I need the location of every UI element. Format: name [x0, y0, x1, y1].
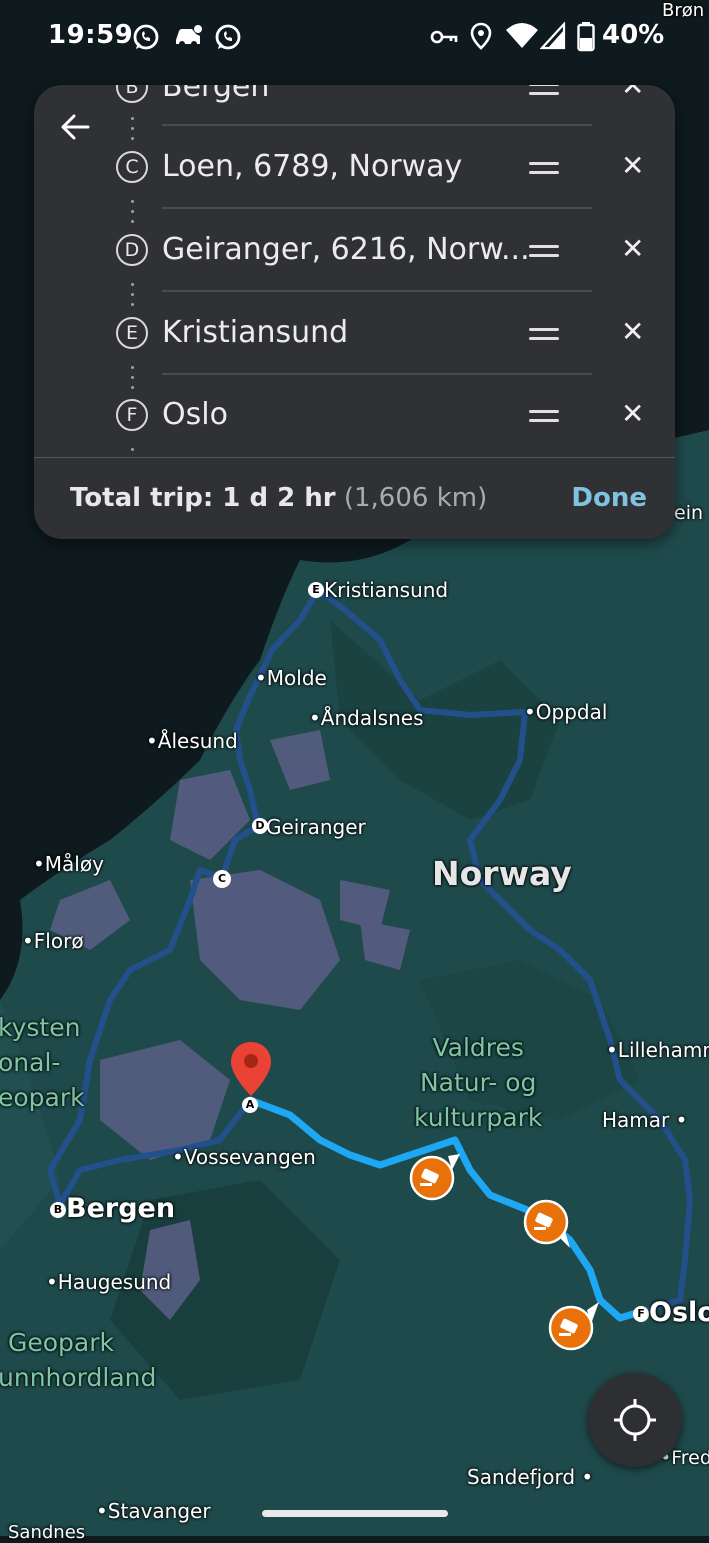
trip-duration: Total trip: 1 d 2 hr [70, 483, 336, 513]
map-label-country: Norway [432, 854, 572, 893]
route-stop-row[interactable]: F Oslo ✕ [34, 375, 675, 455]
drag-handle-icon[interactable] [529, 85, 559, 97]
map-label-hamar[interactable]: Hamar • [602, 1108, 687, 1132]
status-time: 19:59 [48, 20, 134, 50]
route-stop-row[interactable]: E Kristiansund ✕ [34, 293, 675, 375]
map-label-oppdal[interactable]: •Oppdal [524, 700, 607, 724]
speed-camera-icon[interactable] [547, 1300, 607, 1354]
destination-pin-icon[interactable] [229, 1040, 273, 1098]
my-location-button[interactable] [588, 1373, 682, 1467]
remove-stop-icon[interactable]: ✕ [621, 232, 644, 265]
park-label-valdres: Valdres Natur- og kulturpark [414, 1033, 543, 1132]
stop-letter-icon: D [116, 234, 148, 266]
signal-icon [540, 22, 566, 50]
whatsapp-icon [133, 24, 159, 50]
done-button[interactable]: Done [571, 483, 647, 513]
map-label-molde[interactable]: •Molde [255, 666, 327, 690]
route-edit-panel: B Bergen ✕ C Loen, 6789, Norway ✕ D Geir… [34, 85, 675, 539]
remove-stop-icon[interactable]: ✕ [621, 85, 644, 102]
whatsapp-icon [215, 24, 241, 50]
map-label-lillehammer[interactable]: •Lillehamm [606, 1038, 709, 1062]
stop-label[interactable]: Geiranger, 6216, Norw... [162, 232, 530, 267]
drag-handle-icon[interactable] [529, 245, 559, 259]
map-label-sandnes[interactable]: Sandnes [8, 1522, 85, 1543]
remove-stop-icon[interactable]: ✕ [621, 149, 644, 182]
trip-summary: Total trip: 1 d 2 hr (1,606 km) [70, 483, 487, 513]
waypoint-marker-e[interactable]: E [308, 582, 324, 598]
map-label-vossevangen[interactable]: •Vossevangen [172, 1145, 316, 1169]
stop-label[interactable]: Kristiansund [162, 315, 348, 350]
waypoint-marker-b[interactable]: B [50, 1201, 66, 1218]
key-icon [430, 30, 458, 44]
stop-letter-icon: E [116, 317, 148, 349]
trip-distance: (1,606 km) [343, 483, 488, 513]
map-label-edge: ein [674, 502, 704, 524]
park-label-sunnhordland: Geopark unnhordland [0, 1328, 157, 1392]
map-label-floro[interactable]: •Florø [22, 929, 84, 953]
stop-letter-icon: C [116, 151, 148, 183]
divider [162, 290, 592, 292]
crosshair-icon [614, 1399, 656, 1441]
map-label-haugesund[interactable]: •Haugesund [46, 1270, 171, 1294]
stop-letter-icon: F [116, 399, 148, 431]
route-stop-row[interactable]: C Loen, 6789, Norway ✕ [34, 127, 675, 209]
drag-handle-icon[interactable] [529, 328, 559, 342]
map-label-sandefjord[interactable]: Sandefjord • [467, 1465, 593, 1489]
map-label-maloy[interactable]: •Måløy [33, 852, 104, 876]
waypoint-marker-f[interactable]: F [633, 1305, 649, 1322]
map-label-andalsnes[interactable]: •Åndalsnes [309, 706, 423, 730]
battery-icon [577, 22, 595, 52]
stop-label[interactable]: Oslo [162, 397, 228, 432]
gesture-home-bar[interactable] [262, 1510, 448, 1517]
stop-label[interactable]: Loen, 6789, Norway [162, 149, 462, 184]
stop-letter-icon: B [116, 85, 148, 103]
drag-handle-icon[interactable] [529, 410, 559, 424]
remove-stop-icon[interactable]: ✕ [621, 397, 644, 430]
map-label-oslo[interactable]: F Oslo [633, 1297, 709, 1328]
waypoint-marker-d[interactable]: D [252, 818, 268, 834]
map-label-geiranger[interactable]: Geiranger [266, 815, 366, 839]
connector-dots [131, 448, 135, 456]
drag-handle-icon[interactable] [529, 162, 559, 176]
stop-label[interactable]: Bergen [162, 85, 269, 104]
divider [34, 457, 675, 458]
map-label-stavanger[interactable]: •Stavanger [96, 1499, 211, 1523]
remove-stop-icon[interactable]: ✕ [621, 315, 644, 348]
waypoint-marker-c[interactable]: C [213, 870, 231, 888]
map-label-bergen[interactable]: B Bergen [50, 1193, 175, 1224]
park-label-kysten: kysten onal-eopark [0, 1013, 85, 1112]
waypoint-marker-a[interactable]: A [242, 1097, 258, 1113]
speed-camera-icon[interactable] [522, 1198, 582, 1252]
speed-camera-icon[interactable] [408, 1150, 466, 1202]
map-label-alesund[interactable]: •Ålesund [146, 729, 238, 753]
status-bar: 19:59 40% [0, 0, 709, 72]
divider [162, 207, 592, 209]
route-stop-row[interactable]: D Geiranger, 6216, Norw... ✕ [34, 210, 675, 292]
car-icon [176, 25, 202, 47]
wifi-icon [506, 23, 538, 48]
location-icon [470, 22, 492, 50]
battery-percent: 40% [602, 20, 665, 50]
divider [162, 124, 592, 126]
map-label-kristiansund[interactable]: Kristiansund [316, 578, 448, 602]
